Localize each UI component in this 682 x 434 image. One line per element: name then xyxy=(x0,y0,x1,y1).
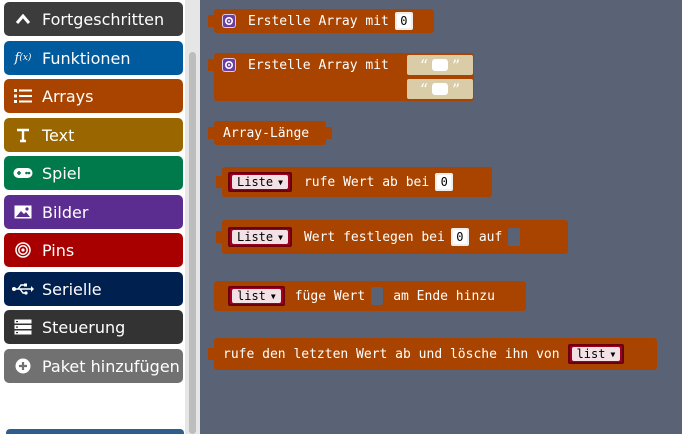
block-push[interactable]: list ▼ füge Wert am Ende hinzu xyxy=(214,281,526,311)
category-label: Paket hinzufügen xyxy=(42,356,180,376)
string-input-1[interactable]: “ ” xyxy=(407,55,473,75)
block-label: rufe Wert ab bei xyxy=(303,174,430,190)
usb-icon xyxy=(12,278,34,300)
block-label: füge Wert xyxy=(294,288,366,304)
block-get-value[interactable]: Liste ▼ rufe Wert ab bei 0 xyxy=(216,167,492,197)
dropdown-arrow-icon: ▼ xyxy=(278,232,283,242)
block-label-end: am Ende hinzu xyxy=(393,288,495,304)
index-input[interactable]: 0 xyxy=(435,173,454,191)
block-create-array[interactable]: Erstelle Array mit 0 xyxy=(208,9,434,33)
category-label: Steuerung xyxy=(42,317,126,337)
variable-dropdown[interactable]: Liste ▼ xyxy=(228,227,292,247)
category-functions[interactable]: f (x) Funktionen xyxy=(4,41,183,75)
block-pop[interactable]: rufe den letzten Wert ab und lösche ihn … xyxy=(208,338,657,370)
variable-name: list xyxy=(576,347,606,361)
chevron-up-icon xyxy=(12,8,34,30)
category-images[interactable]: Bilder xyxy=(4,195,183,229)
gamepad-icon xyxy=(12,162,34,184)
sidebar-bottom-tab[interactable] xyxy=(6,429,184,434)
category-label: Text xyxy=(42,125,75,145)
close-quote: ” xyxy=(452,79,461,99)
category-control[interactable]: Steuerung xyxy=(4,310,183,344)
block-label: Erstelle Array mit xyxy=(248,57,389,73)
value-socket[interactable] xyxy=(371,287,384,305)
value-socket[interactable] xyxy=(508,228,521,246)
close-quote: ” xyxy=(452,55,461,75)
pin-target-icon xyxy=(12,239,34,261)
category-add-package[interactable]: Paket hinzufügen xyxy=(4,349,183,383)
string-field[interactable] xyxy=(432,59,448,71)
gear-icon[interactable] xyxy=(222,58,236,72)
index-input[interactable]: 0 xyxy=(450,228,469,246)
category-label: Funktionen xyxy=(42,48,131,68)
dropdown-arrow-icon: ▼ xyxy=(610,349,616,359)
string-field[interactable] xyxy=(432,83,448,95)
block-label: Wert festlegen bei xyxy=(303,229,445,245)
variable-dropdown[interactable]: list ▼ xyxy=(567,344,625,364)
block-label: Erstelle Array mit xyxy=(248,13,389,29)
variable-dropdown[interactable]: Liste ▼ xyxy=(228,172,292,192)
category-serial[interactable]: Serielle xyxy=(4,272,183,306)
block-set-value[interactable]: Liste ▼ Wert festlegen bei 0 auf xyxy=(216,220,568,254)
variable-dropdown[interactable]: list ▼ xyxy=(228,286,285,306)
category-arrays[interactable]: Arrays xyxy=(4,79,183,113)
toolbox-sidebar: Fortgeschritten f (x) Funktionen Arrays T… xyxy=(0,0,190,434)
block-array-length[interactable]: Array-Länge xyxy=(208,121,332,145)
block-label: rufe den letzten Wert ab und lösche ihn … xyxy=(223,346,560,362)
image-icon xyxy=(12,201,34,223)
category-label: Serielle xyxy=(42,279,102,299)
variable-name: list xyxy=(237,289,266,303)
block-label: Array-Länge xyxy=(223,125,310,141)
block-create-array-strings[interactable]: Erstelle Array mit “ ” “ ” xyxy=(208,53,474,101)
category-text[interactable]: Text xyxy=(4,118,183,152)
category-game[interactable]: Spiel xyxy=(4,156,183,190)
toolbox-scrollbar-thumb[interactable] xyxy=(189,52,196,434)
storage-icon xyxy=(12,316,34,338)
plus-circle-icon xyxy=(12,355,34,377)
list-icon xyxy=(12,85,34,107)
gear-icon[interactable] xyxy=(222,14,236,28)
category-label: Fortgeschritten xyxy=(42,9,165,29)
variable-name: Liste xyxy=(237,175,274,189)
open-quote: “ xyxy=(419,79,428,99)
category-label: Pins xyxy=(42,240,75,260)
category-pins[interactable]: Pins xyxy=(4,233,183,267)
open-quote: “ xyxy=(419,55,428,75)
category-advanced[interactable]: Fortgeschritten xyxy=(4,2,183,36)
number-input[interactable]: 0 xyxy=(394,12,413,30)
string-input-2[interactable]: “ ” xyxy=(407,79,473,99)
text-icon xyxy=(12,124,34,146)
category-label: Bilder xyxy=(42,202,89,222)
variable-name: Liste xyxy=(237,230,274,244)
function-icon: f (x) xyxy=(14,50,32,66)
dropdown-arrow-icon: ▼ xyxy=(270,291,276,301)
block-label-to: auf xyxy=(478,229,503,245)
arrays-flyout: Erstelle Array mit 0 Erstelle Array mit … xyxy=(200,0,682,434)
category-label: Spiel xyxy=(42,163,82,183)
category-label: Arrays xyxy=(42,86,94,106)
dropdown-arrow-icon: ▼ xyxy=(278,177,283,187)
